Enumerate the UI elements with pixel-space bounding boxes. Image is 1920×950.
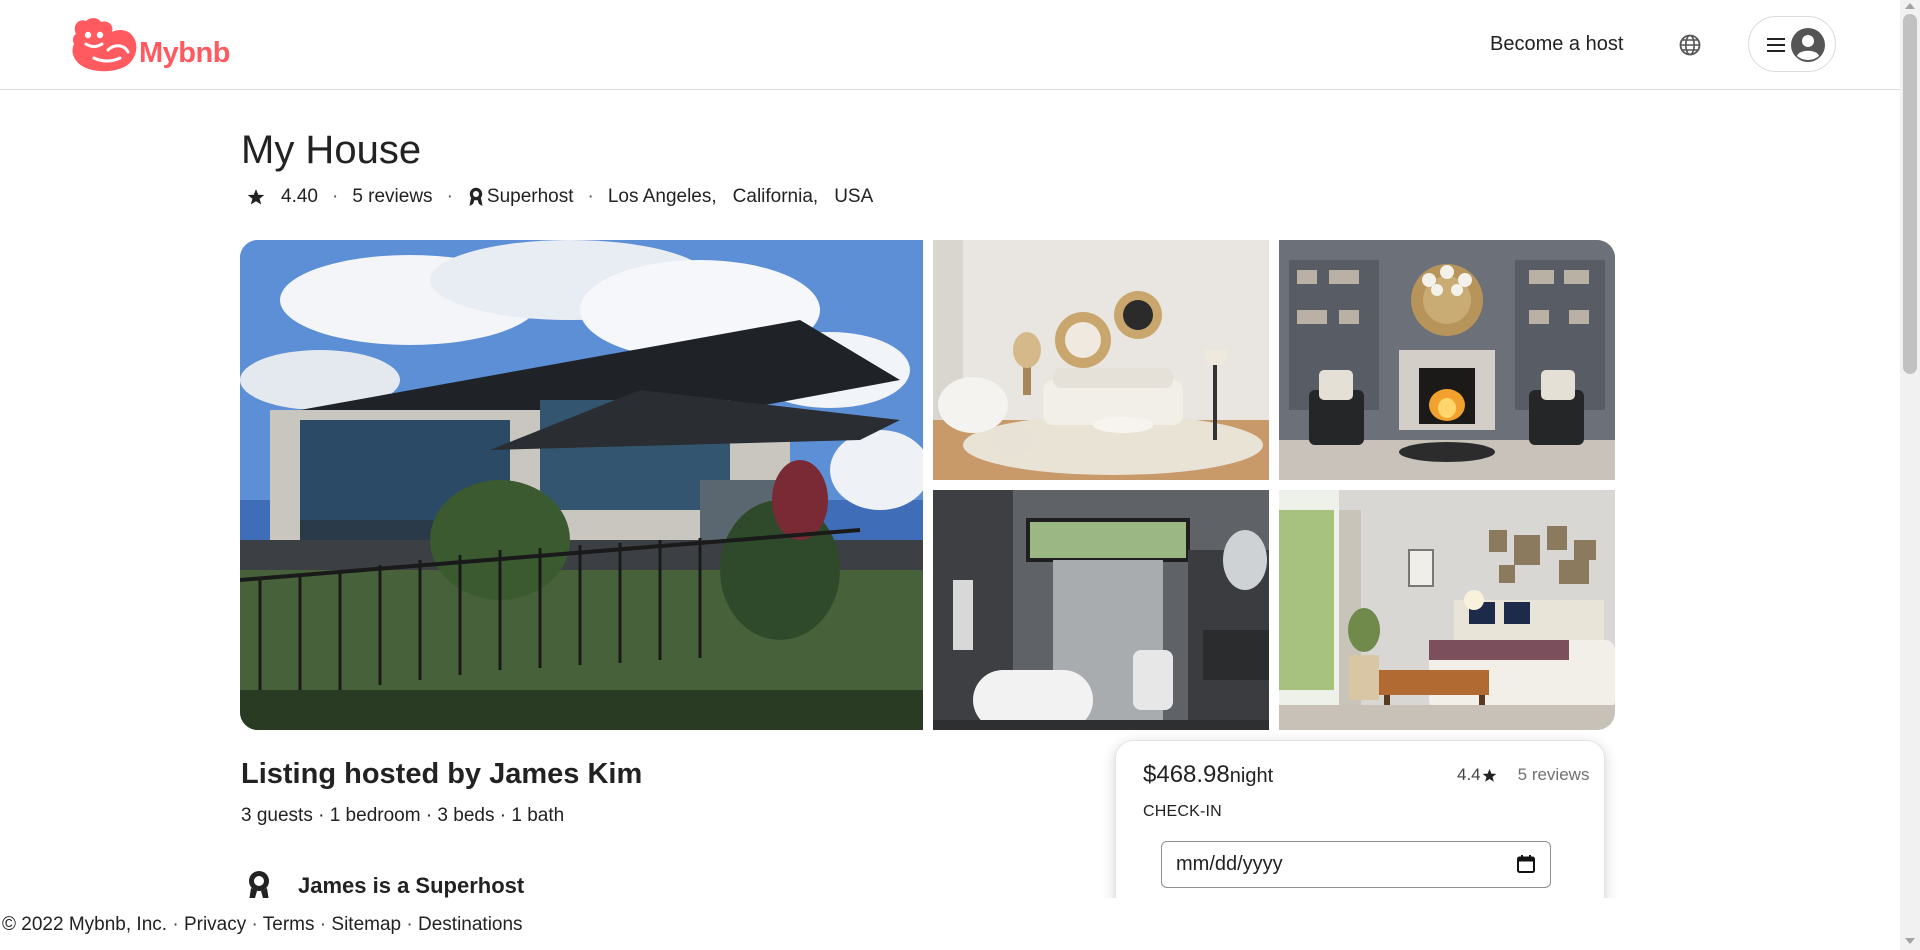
living-room-image <box>933 240 1269 480</box>
checkin-label: CHECK-IN <box>1143 803 1222 820</box>
logo-text: Mybnb <box>139 37 230 69</box>
price-amount: $468.98 <box>1143 761 1230 788</box>
logo[interactable]: Mybnb <box>68 16 230 72</box>
bedroom-image <box>1279 490 1615 730</box>
hamburger-icon <box>1767 38 1785 52</box>
booking-reviews-link[interactable]: 5 reviews <box>1518 765 1590 785</box>
photo-bathroom[interactable] <box>933 490 1269 730</box>
footer-link-sitemap[interactable]: Sitemap <box>331 914 401 935</box>
superhost-medal-icon <box>469 187 483 206</box>
bathroom-image <box>933 490 1269 730</box>
top-header: Mybnb Become a host <box>0 0 1900 90</box>
scroll-up-arrow-icon[interactable] <box>1905 3 1915 9</box>
scrollbar-thumb[interactable] <box>1903 14 1917 374</box>
star-icon <box>1482 768 1497 782</box>
photo-main-house-exterior[interactable] <box>240 240 923 730</box>
become-host-link[interactable]: Become a host <box>1490 33 1623 56</box>
photo-fireplace-lounge[interactable] <box>1279 240 1615 480</box>
star-icon <box>247 189 265 205</box>
footer-link-terms[interactable]: Terms <box>263 914 315 935</box>
logo-mark-icon <box>72 18 137 72</box>
scroll-down-arrow-icon[interactable] <box>1905 938 1915 944</box>
footer-links: © 2022 Mybnb, Inc. · Privacy · Terms · S… <box>2 914 523 936</box>
globe-icon[interactable] <box>1678 33 1702 57</box>
superhost-label: Superhost <box>486 186 574 207</box>
footer-separator: · <box>251 914 258 935</box>
photo-gallery <box>240 240 1615 730</box>
listing-title: My House <box>241 128 422 172</box>
hosted-by-heading: Listing hosted by James Kim <box>241 758 643 790</box>
footer-separator: · <box>406 914 413 935</box>
user-menu-button[interactable] <box>1748 16 1836 72</box>
footer-link-destinations[interactable]: Destinations <box>418 914 523 935</box>
price-per-night: $468.98 night <box>1143 761 1273 789</box>
meta-separator: · <box>331 186 339 207</box>
listing-meta: 4.40 · 5 reviews · Superhost · Los Angel… <box>247 186 873 208</box>
meta-separator: · <box>446 186 453 207</box>
superhost-title: James is a Superhost <box>298 873 525 898</box>
footer-separator: · <box>172 914 179 935</box>
page-scrollbar[interactable] <box>1900 0 1920 950</box>
location-city[interactable]: Los Angeles, <box>608 186 717 208</box>
user-avatar-icon <box>1791 28 1825 62</box>
photo-living-room[interactable] <box>933 240 1269 480</box>
page-footer: © 2022 Mybnb, Inc. · Privacy · Terms · S… <box>0 898 1900 950</box>
checkin-date-input[interactable]: mm/dd/yyyy <box>1161 841 1551 888</box>
listing-rating: 4.40 <box>281 186 318 207</box>
footer-link-privacy[interactable]: Privacy <box>184 914 246 935</box>
meta-separator: · <box>587 186 594 207</box>
house-exterior-image <box>240 240 923 730</box>
listing-reviews-link[interactable]: 5 reviews <box>352 186 432 208</box>
calendar-icon[interactable] <box>1516 854 1536 874</box>
booking-rating-score: 4.4 <box>1457 765 1481 784</box>
footer-separator: · <box>319 914 327 935</box>
booking-rating: 4.4 5 reviews <box>1457 765 1589 785</box>
fireplace-lounge-image <box>1279 240 1615 480</box>
photo-bedroom[interactable] <box>1279 490 1615 730</box>
listing-specs: 3 guests · 1 bedroom · 3 beds · 1 bath <box>241 805 565 826</box>
location-state[interactable]: California, <box>733 186 819 208</box>
date-placeholder: mm/dd/yyyy <box>1176 853 1283 875</box>
price-unit: night <box>1229 765 1274 787</box>
location-country[interactable]: USA <box>834 186 873 208</box>
footer-copyright: © 2022 Mybnb, Inc. <box>2 914 168 935</box>
